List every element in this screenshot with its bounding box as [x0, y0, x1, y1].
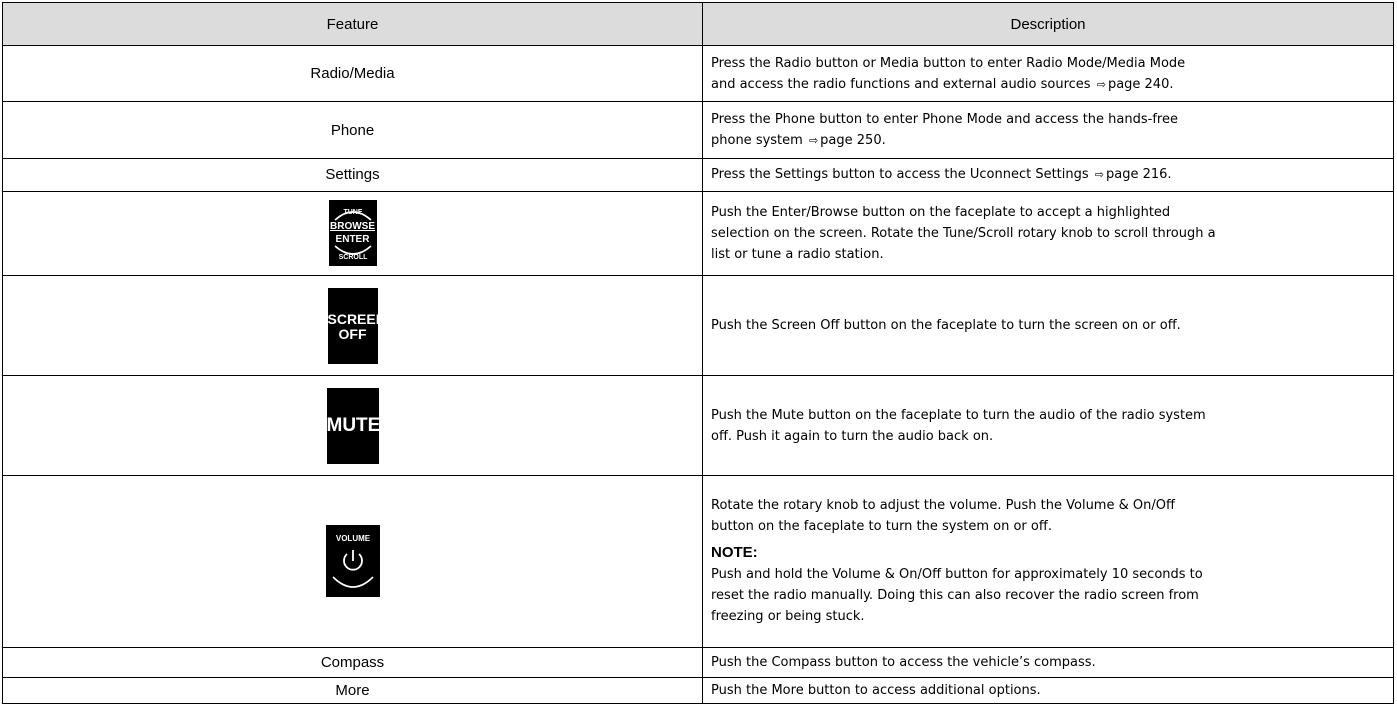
note-line: freezing or being stuck. — [711, 609, 865, 625]
description-phone: Press the Phone button to enter Phone Mo… — [702, 101, 1394, 159]
desc-line: Push the Enter/Browse button on the face… — [711, 204, 1171, 220]
desc-text: and access the radio functions and exter… — [711, 76, 1091, 92]
feature-volume: VOLUME — [2, 475, 703, 648]
page-reference-link[interactable]: page 240. — [1108, 77, 1174, 92]
table-row-screen-off: SCREEN OFF Push the Screen Off button on … — [2, 275, 1394, 377]
description-compass: Push the Compass button to access the ve… — [702, 646, 1394, 679]
description-browse-enter: Push the Enter/Browse button on the face… — [702, 190, 1394, 277]
desc-line: Push the Screen Off button on the facepl… — [711, 318, 1181, 334]
scroll-label: SCROLL — [338, 254, 368, 261]
mute-button-icon: MUTE — [326, 387, 381, 464]
desc-line: Push the Compass button to access the ve… — [711, 654, 1096, 670]
note-label: NOTE: — [711, 544, 758, 562]
desc-line: off. Push it again to turn the audio bac… — [711, 428, 994, 444]
table-row-browse-enter: TUNE SCROLL BROWSE ENTER Push the Enter/… — [2, 190, 1394, 277]
description-settings: Press the Settings button to access the … — [702, 157, 1394, 192]
table-row-settings: Settings Press the Settings button to ac… — [2, 157, 1394, 192]
desc-line: Press the Radio button or Media button t… — [711, 55, 1186, 71]
feature-mute: MUTE — [2, 375, 703, 477]
features-table: Feature Description Radio/Media Press th… — [2, 2, 1394, 704]
arrow-pointer-icon: ⇨ — [808, 134, 819, 148]
desc-line: Push the Mute button on the faceplate to… — [711, 407, 1206, 423]
description-screen-off: Push the Screen Off button on the facepl… — [702, 275, 1394, 377]
tune-label: TUNE — [343, 209, 362, 216]
tune-browse-enter-knob-icon: TUNE SCROLL BROWSE ENTER — [328, 200, 377, 267]
note-line: Push and hold the Volume & On/Off button… — [711, 567, 1203, 583]
desc-line: selection on the screen. Rotate the Tune… — [711, 225, 1216, 241]
page-reference-link[interactable]: page 216. — [1106, 167, 1172, 182]
table-header-row: Feature Description — [2, 2, 1394, 46]
desc-line: Rotate the rotary knob to adjust the vol… — [711, 498, 1175, 514]
feature-screen-off: SCREEN OFF — [2, 275, 703, 377]
volume-power-knob-icon: VOLUME — [325, 525, 380, 598]
desc-line: list or tune a radio station. — [711, 246, 884, 262]
feature-radio-media: Radio/Media — [2, 44, 703, 103]
note-line: reset the radio manually. Doing this can… — [711, 588, 1199, 604]
mute-label: MUTE — [326, 414, 381, 436]
feature-more: More — [2, 677, 703, 704]
description-column-header: Description — [702, 2, 1394, 46]
desc-line: Press the Settings button to access the … — [711, 164, 1385, 185]
tune-scroll-arcs-icon: TUNE SCROLL — [333, 209, 372, 261]
desc-text: Press the Settings button to access the … — [711, 167, 1089, 183]
desc-text: phone system — [711, 133, 803, 149]
description-more: Push the More button to access additiona… — [702, 677, 1394, 704]
screen-off-button-icon: SCREEN OFF — [327, 287, 386, 364]
enter-label: ENTER — [335, 234, 370, 246]
volume-label: VOLUME — [335, 534, 370, 543]
feature-settings: Settings — [2, 157, 703, 192]
browse-label: BROWSE — [330, 221, 375, 233]
description-mute: Push the Mute button on the faceplate to… — [702, 375, 1394, 477]
description-volume: Rotate the rotary knob to adjust the vol… — [702, 475, 1394, 648]
table-row-radio-media: Radio/Media Press the Radio button or Me… — [2, 44, 1394, 103]
feature-phone: Phone — [2, 101, 703, 159]
arrow-pointer-icon: ⇨ — [1096, 77, 1106, 91]
desc-line: Press the Phone button to enter Phone Mo… — [711, 112, 1178, 128]
feature-compass: Compass — [2, 646, 703, 679]
table-row-compass: Compass Push the Compass button to acces… — [2, 646, 1394, 679]
desc-line: phone system ⇨ page 250. — [711, 130, 1385, 151]
feature-browse-enter: TUNE SCROLL BROWSE ENTER — [2, 190, 703, 277]
arrow-pointer-icon: ⇨ — [1094, 168, 1105, 182]
desc-line: Push the More button to access additiona… — [711, 683, 1041, 699]
page-reference-link[interactable]: page 250. — [820, 133, 886, 148]
table-row-phone: Phone Press the Phone button to enter Ph… — [2, 101, 1394, 159]
feature-column-header: Feature — [2, 2, 703, 46]
table-row-more: More Push the More button to access addi… — [2, 677, 1394, 704]
desc-line: button on the faceplate to turn the syst… — [711, 519, 1052, 535]
table-row-mute: MUTE Push the Mute button on the facepla… — [2, 375, 1394, 477]
screen-off-label: SCREEN OFF — [327, 310, 386, 342]
table-row-volume: VOLUME Rotate the rotary knob to adjust … — [2, 475, 1394, 648]
desc-line: and access the radio functions and exter… — [711, 74, 1385, 95]
description-radio-media: Press the Radio button or Media button t… — [702, 44, 1394, 103]
